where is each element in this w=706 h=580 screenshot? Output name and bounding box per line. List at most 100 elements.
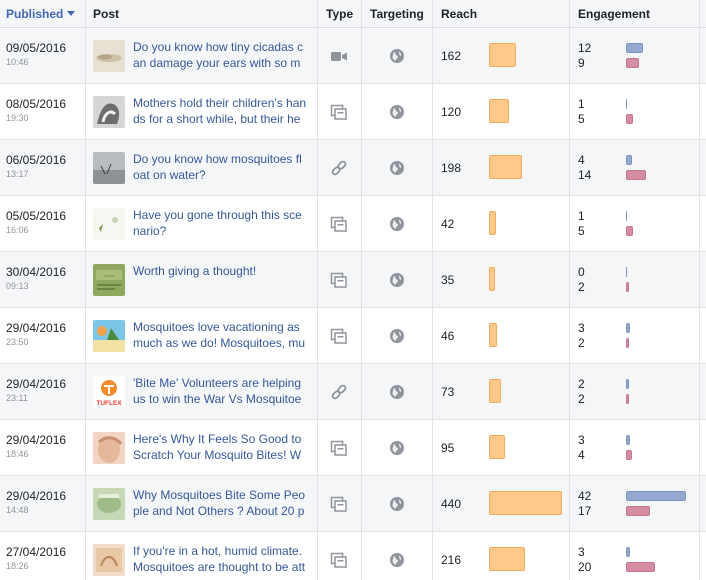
reach-bar	[489, 379, 501, 403]
engagement-clicks-value: 12	[578, 41, 592, 55]
engagement-reactions-value: 4	[578, 448, 585, 462]
column-engagement-header[interactable]: Engagement	[578, 0, 650, 28]
post-link[interactable]: If you're in a hot, humid climate. Mosqu…	[133, 543, 307, 577]
post-link[interactable]: Here's Why It Feels So Good to Scratch Y…	[133, 431, 307, 465]
globe-icon	[389, 104, 405, 120]
engagement-reactions-value: 2	[578, 392, 585, 406]
published-time: 16:06	[6, 225, 29, 235]
engagement-clicks-value: 4	[578, 153, 585, 167]
column-targeting-header[interactable]: Targeting	[370, 0, 424, 28]
published-date: 05/05/2016	[6, 209, 67, 223]
table-row[interactable]: 29/04/2016 23:11 TUFLEX 'Bite Me' Volunt…	[0, 364, 706, 420]
engagement-clicks-bar	[626, 435, 630, 445]
published-date: 27/04/2016	[6, 545, 67, 559]
status-icon	[330, 496, 348, 512]
reach-value: 198	[441, 161, 462, 175]
globe-icon	[389, 216, 405, 232]
engagement-reactions-bar	[626, 226, 633, 236]
post-thumbnail[interactable]	[93, 152, 125, 184]
post-thumbnail[interactable]	[93, 432, 125, 464]
engagement-clicks-bar	[626, 43, 643, 53]
engagement-reactions-bar	[626, 282, 629, 292]
engagement-reactions-bar	[626, 170, 646, 180]
post-link[interactable]: Mosquitoes love vacationing as much as w…	[133, 319, 307, 353]
engagement-reactions-value: 9	[578, 56, 585, 70]
engagement-clicks-value: 1	[578, 97, 585, 111]
column-divider	[361, 0, 362, 580]
engagement-clicks-bar	[626, 99, 627, 109]
status-icon	[330, 440, 348, 456]
status-icon	[330, 104, 348, 120]
reach-bar	[489, 211, 496, 235]
link-icon	[330, 160, 348, 176]
engagement-clicks-value: 1	[578, 209, 585, 223]
column-divider	[699, 0, 700, 580]
engagement-clicks-bar	[626, 267, 627, 277]
globe-icon	[389, 48, 405, 64]
post-thumbnail[interactable]	[93, 208, 125, 240]
table-row[interactable]: 30/04/2016 09:13 ~~~~ Worth giving a tho…	[0, 252, 706, 308]
post-thumbnail[interactable]	[93, 40, 125, 72]
post-link[interactable]: Worth giving a thought!	[133, 263, 307, 297]
table-row[interactable]: 29/04/2016 14:48 Why Mosquitoes Bite Som…	[0, 476, 706, 532]
engagement-reactions-bar	[626, 450, 632, 460]
published-date: 29/04/2016	[6, 321, 67, 335]
post-link[interactable]: Do you know how tiny cicadas can damage …	[133, 39, 307, 73]
post-thumbnail[interactable]	[93, 488, 125, 520]
published-date: 08/05/2016	[6, 97, 67, 111]
engagement-clicks-bar	[626, 211, 627, 221]
engagement-reactions-value: 2	[578, 280, 585, 294]
globe-icon	[389, 328, 405, 344]
table-row[interactable]: 29/04/2016 18:46 Here's Why It Feels So …	[0, 420, 706, 476]
reach-bar	[489, 435, 505, 459]
column-post-header[interactable]: Post	[93, 0, 119, 28]
published-date: 30/04/2016	[6, 265, 67, 279]
svg-text:TUFLEX: TUFLEX	[96, 400, 122, 407]
post-link[interactable]: Mothers hold their children's hands for …	[133, 95, 307, 129]
reach-value: 440	[441, 497, 462, 511]
reach-bar	[489, 267, 495, 291]
table-row[interactable]: 08/05/2016 19:30 Mothers hold their chil…	[0, 84, 706, 140]
column-divider	[432, 0, 433, 580]
post-link[interactable]: Why Mosquitoes Bite Some People and Not …	[133, 487, 307, 521]
engagement-clicks-value: 2	[578, 377, 585, 391]
post-thumbnail[interactable]: TUFLEX	[93, 376, 125, 408]
post-link[interactable]: Do you know how mosquitoes float on wate…	[133, 151, 307, 185]
engagement-clicks-value: 0	[578, 265, 585, 279]
reach-value: 73	[441, 385, 455, 399]
published-time: 19:30	[6, 113, 29, 123]
post-link[interactable]: 'Bite Me' Volunteers are helping us to w…	[133, 375, 307, 409]
post-thumbnail[interactable]	[93, 544, 125, 576]
published-time: 13:17	[6, 169, 29, 179]
table-row[interactable]: 06/05/2016 13:17 Do you know how mosquit…	[0, 140, 706, 196]
table-row[interactable]: 09/05/2016 10:46 Do you know how tiny ci…	[0, 28, 706, 84]
post-thumbnail[interactable]: ~~~~	[93, 264, 125, 296]
engagement-clicks-value: 3	[578, 433, 585, 447]
column-type-header[interactable]: Type	[326, 0, 353, 28]
sort-descending-icon[interactable]	[67, 11, 76, 17]
column-published-header[interactable]: Published	[6, 0, 76, 28]
globe-icon	[389, 440, 405, 456]
engagement-reactions-value: 20	[578, 560, 592, 574]
globe-icon	[389, 552, 405, 568]
status-icon	[330, 272, 348, 288]
column-reach-header[interactable]: Reach	[441, 0, 477, 28]
published-time: 18:46	[6, 449, 29, 459]
post-thumbnail[interactable]	[93, 320, 125, 352]
reach-bar	[489, 323, 497, 347]
engagement-reactions-bar	[626, 394, 629, 404]
table-row[interactable]: 29/04/2016 23:50 Mosquitoes love vacatio…	[0, 308, 706, 364]
published-time: 14:48	[6, 505, 29, 515]
engagement-reactions-bar	[626, 562, 655, 572]
reach-value: 120	[441, 105, 462, 119]
reach-bar	[489, 155, 522, 179]
engagement-reactions-bar	[626, 338, 629, 348]
table-row[interactable]: 27/04/2016 18:26 If you're in a hot, hum…	[0, 532, 706, 580]
published-date: 29/04/2016	[6, 433, 67, 447]
post-thumbnail[interactable]	[93, 96, 125, 128]
table-row[interactable]: 05/05/2016 16:06 Have you gone through t…	[0, 196, 706, 252]
posts-table: Published Post Type Targeting Reach Enga…	[0, 0, 706, 580]
globe-icon	[389, 496, 405, 512]
engagement-clicks-bar	[626, 323, 630, 333]
post-link[interactable]: Have you gone through this scenario?	[133, 207, 307, 241]
